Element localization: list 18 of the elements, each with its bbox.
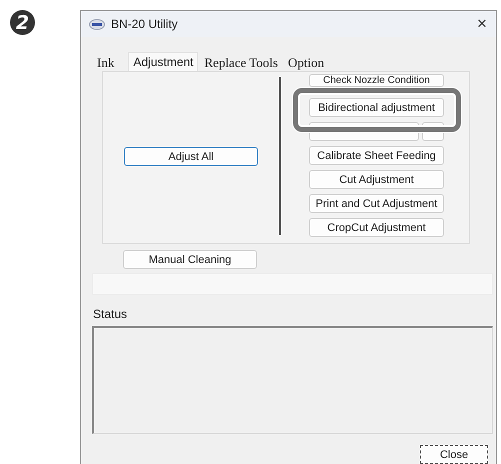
app-icon xyxy=(89,18,105,30)
status-label: Status xyxy=(93,307,128,321)
manual-cleaning-button[interactable]: Manual Cleaning xyxy=(123,250,257,269)
adjust-all-button[interactable]: Adjust All xyxy=(124,147,258,166)
close-icon[interactable]: × xyxy=(470,14,494,34)
adjustment-button[interactable]: Print and Cut Adjustment xyxy=(309,194,444,213)
tab[interactable]: Replace Tools xyxy=(200,55,282,71)
window-title: BN-20 Utility xyxy=(111,17,179,31)
tab[interactable]: Ink xyxy=(93,55,118,71)
adjustment-button[interactable]: Cut Adjustment xyxy=(309,170,444,189)
tab[interactable]: Option xyxy=(284,55,328,71)
tab[interactable]: Adjustment xyxy=(128,52,198,71)
adjustment-button[interactable]: Bidirectional adjustment xyxy=(309,98,444,117)
adjustment-button[interactable]: Calibrate Sheet Feeding xyxy=(309,146,444,165)
close-button[interactable]: Close xyxy=(420,445,488,464)
check-nozzle-button[interactable]: Check Nozzle Condition xyxy=(309,74,444,87)
adjustment-button[interactable]: CropCut Adjustment xyxy=(309,218,444,237)
step-number: 2 xyxy=(10,10,35,35)
